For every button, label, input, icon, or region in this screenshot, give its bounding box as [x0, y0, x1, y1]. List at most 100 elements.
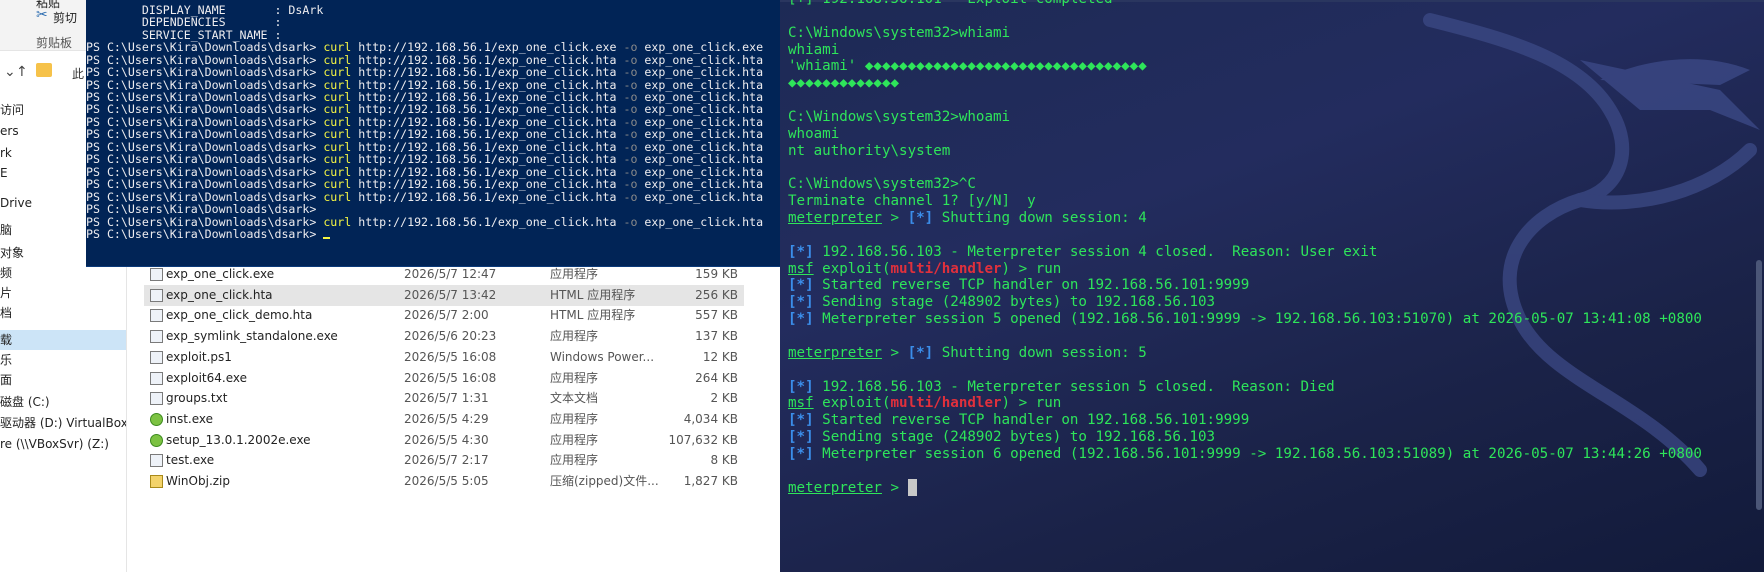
- terminal-text: 'whiami' ◆◆◆◆◆◆◆◆◆◆◆◆◆◆◆◆◆◆◆◆◆◆◆◆◆◆◆◆◆◆◆…: [788, 58, 1147, 75]
- status-marker: [*]: [788, 277, 814, 294]
- console-prompt: meterpreter: [788, 344, 882, 361]
- terminal-text: >: [881, 344, 908, 361]
- terminal-text: ) > run: [1001, 260, 1062, 277]
- nav-pane-item[interactable]: 驱动器 (D:) VirtualBox: [0, 413, 126, 433]
- file-date: 2026/5/6 20:23: [404, 329, 497, 344]
- file-row[interactable]: exp_one_click_demo.hta 2026/5/7 2:00 HTML …: [144, 305, 744, 326]
- console-prompt: meterpreter: [788, 210, 882, 227]
- terminal-line: nt authority\system: [788, 142, 950, 161]
- file-date: 2026/5/7 13:42: [404, 287, 497, 302]
- terminal-line: [+] 192.168.56.101 - Exploit completed: [788, 0, 1198, 9]
- scissors-icon[interactable]: ✂: [36, 8, 50, 22]
- terminal-text: Shutting down session: 4: [933, 210, 1147, 227]
- command-output-file: exp_one_click.hta: [637, 214, 764, 229]
- console-prompt: msf: [788, 395, 814, 412]
- command-output-file: exp_one_click.hta: [637, 189, 764, 204]
- nav-pane-item[interactable]: 片: [0, 283, 126, 303]
- command-flag: -o: [623, 189, 638, 204]
- clipboard-group-label: 剪贴板: [36, 36, 73, 50]
- file-name: exploit64.exe: [166, 370, 247, 385]
- terminal-cursor: [907, 479, 917, 497]
- terminal-text: Started reverse TCP handler on 192.168.5…: [813, 277, 1250, 294]
- file-date: 2026/5/5 4:29: [404, 411, 489, 426]
- file-size: 256 KB: [695, 287, 738, 302]
- terminal-text: exploit(: [813, 260, 891, 277]
- application-icon: [150, 371, 163, 385]
- status-marker: [*]: [788, 445, 814, 462]
- terminal-text: >: [881, 479, 908, 496]
- command-url: http://192.168.56.1/exp_one_click.hta: [351, 189, 624, 204]
- file-size: 264 KB: [695, 370, 738, 385]
- nav-pane-item[interactable]: 面: [0, 370, 126, 390]
- powershell-window[interactable]: DISPLAY_NAME : DsArk DEPENDENCIES : SERV…: [86, 0, 780, 267]
- chevron-down-icon[interactable]: ⌄: [4, 64, 16, 80]
- status-marker: [*]: [907, 210, 934, 227]
- status-marker: [*]: [907, 344, 934, 361]
- file-row[interactable]: exploit.ps1 2026/5/5 16:08 Windows Power..…: [144, 347, 744, 368]
- file-row[interactable]: test.exe 2026/5/7 2:17 应用程序 8 KB: [144, 450, 744, 471]
- terminal-line: meterpreter >: [788, 479, 917, 498]
- nav-pane-item[interactable]: 乐: [0, 350, 126, 370]
- kali-dragon-logo: [1423, 13, 1760, 477]
- status-marker: [*]: [788, 429, 814, 446]
- terminal-text: Sending stage (248902 bytes) to 192.168.…: [813, 429, 1216, 446]
- file-row[interactable]: WinObj.zip 2026/5/5 5:05 压缩(zipped)文件... 1,…: [144, 471, 744, 492]
- file-size: 107,632 KB: [668, 432, 738, 447]
- file-row[interactable]: setup_13.0.1.2002e.exe 2026/5/5 4:30 应用程序 1…: [144, 430, 744, 451]
- file-name: exp_one_click.hta: [166, 287, 273, 302]
- file-date: 2026/5/5 16:08: [404, 349, 497, 364]
- file-type: 压缩(zipped)文件...: [550, 474, 659, 488]
- terminal-text: C:\Windows\system32>whiami: [788, 24, 1011, 41]
- terminal-text: 192.168.56.103 - Meterpreter session 5 c…: [813, 378, 1335, 395]
- file-type: 应用程序: [550, 411, 599, 426]
- terminal-line: meterpreter > [*] Shutting down session:…: [788, 209, 1147, 228]
- status-marker: [*]: [788, 412, 814, 429]
- terminal-scrollbar[interactable]: [1756, 260, 1762, 510]
- command-flag: -o: [623, 214, 638, 229]
- terminal-window[interactable]: [+] 192.168.56.101 - Exploit completed C…: [780, 0, 1764, 572]
- file-row[interactable]: exp_one_click.hta 2026/5/7 13:42 HTML 应用程序…: [144, 284, 744, 306]
- file-name: exp_one_click_demo.hta: [166, 308, 313, 323]
- cut-button[interactable]: 剪切: [53, 9, 77, 26]
- terminal-text: ◆◆◆◆◆◆◆◆◆◆◆◆◆: [788, 75, 900, 92]
- file-size: 1,827 KB: [683, 474, 738, 488]
- file-size: 557 KB: [695, 308, 738, 323]
- terminal-line: [*] Meterpreter session 6 opened (192.16…: [788, 445, 1702, 464]
- command-name: curl: [323, 189, 352, 204]
- file-name: exp_symlink_standalone.exe: [166, 329, 338, 344]
- terminal-text: whoami: [788, 125, 840, 142]
- application-icon: [150, 268, 163, 281]
- terminal-text: exploit(: [813, 395, 891, 412]
- terminal-line: ◆◆◆◆◆◆◆◆◆◆◆◆◆: [788, 74, 899, 93]
- console-prompt: msf: [788, 260, 814, 277]
- installer-icon: [150, 412, 163, 426]
- terminal-text: C:\Windows\system32>whoami: [788, 108, 1011, 125]
- powershell-command-line: PS C:\Users\Kira\Downloads\dsark>: [86, 227, 331, 241]
- zip-file-icon: [150, 475, 163, 488]
- installer-icon: [150, 433, 163, 447]
- nav-pane-item[interactable]: 载: [0, 330, 126, 350]
- address-bar[interactable]: 此: [72, 65, 84, 82]
- file-size: 137 KB: [695, 329, 738, 344]
- file-row[interactable]: groups.txt 2026/5/7 1:31 文本文档 2 KB: [144, 388, 744, 409]
- file-name: inst.exe: [166, 411, 213, 426]
- file-type: HTML 应用程序: [550, 287, 636, 302]
- nav-pane-item[interactable]: 档: [0, 303, 126, 323]
- terminal-text: ) > run: [1001, 395, 1062, 412]
- file-name: exploit.ps1: [166, 349, 232, 364]
- file-row[interactable]: inst.exe 2026/5/5 4:29 应用程序 4,034 KB: [144, 409, 744, 430]
- up-arrow-icon[interactable]: ↑: [16, 64, 28, 80]
- file-name: setup_13.0.1.2002e.exe: [166, 432, 311, 447]
- terminal-text: Started reverse TCP handler on 192.168.5…: [813, 412, 1250, 429]
- application-icon: [150, 309, 163, 323]
- file-size: 2 KB: [710, 391, 738, 406]
- file-row[interactable]: exp_one_click.exe 2026/5/7 12:47 应用程序 159 K…: [144, 264, 744, 285]
- file-name: groups.txt: [166, 391, 228, 406]
- nav-pane-item[interactable]: 磁盘 (C:): [0, 392, 126, 412]
- file-date: 2026/5/7 2:17: [404, 453, 489, 468]
- file-row[interactable]: exploit64.exe 2026/5/5 16:08 应用程序 264 KB: [144, 368, 744, 389]
- file-row[interactable]: exp_symlink_standalone.exe 2026/5/6 20:23…: [144, 326, 744, 347]
- status-marker: [*]: [788, 311, 814, 328]
- nav-pane-item[interactable]: re (\\VBoxSvr) (Z:): [0, 434, 126, 454]
- file-size: 8 KB: [710, 453, 738, 468]
